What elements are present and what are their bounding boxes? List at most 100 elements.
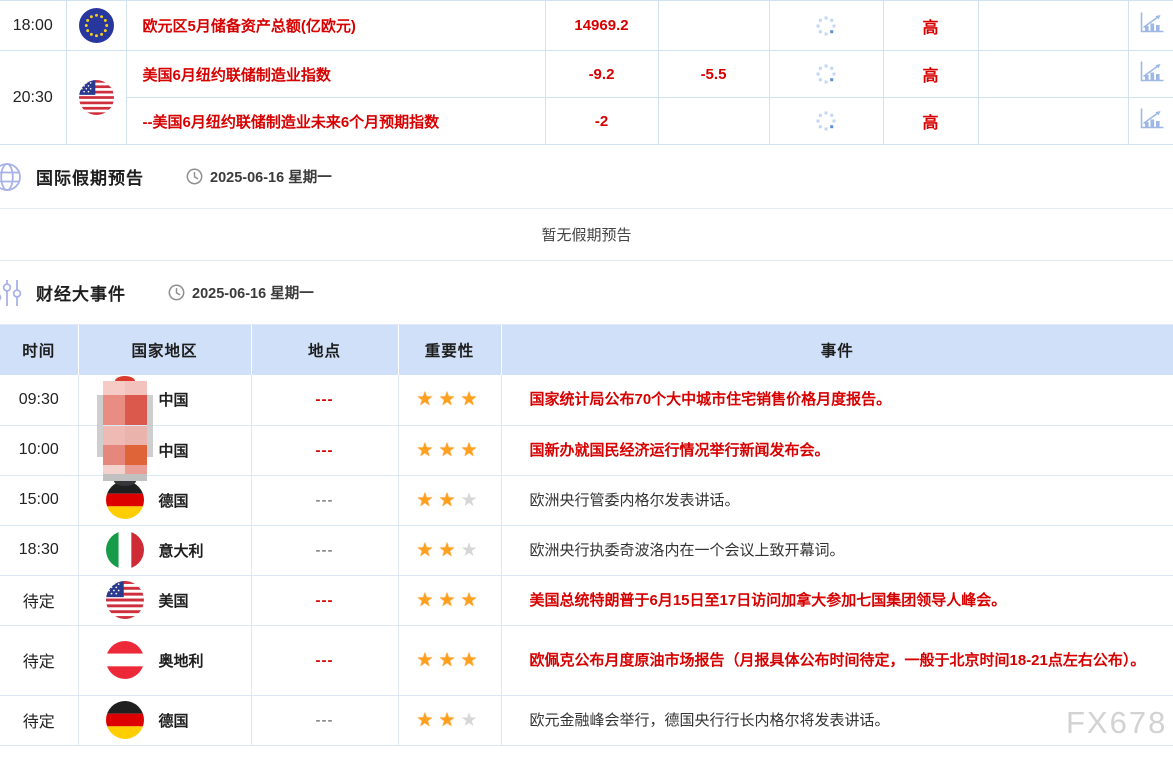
col-header-country: 国家地区	[78, 325, 251, 375]
star-icon: ★	[416, 650, 438, 671]
economic-data-table: 18:00 欧元区5月储备资产总额(亿欧元) 14969.2 高 20:30 美…	[0, 0, 1173, 145]
forecast-value	[658, 1, 769, 51]
actual-value: 14969.2	[545, 1, 658, 51]
econ-row: --美国6月纽约联储制造业未来6个月预期指数 -2 高	[0, 98, 1173, 145]
clock-icon	[186, 168, 203, 185]
importance-stars: ★★★	[398, 475, 501, 525]
event-country-cell: 德国	[78, 695, 251, 745]
events-section-header: 财经大事件 2025-06-16 星期一	[0, 261, 1173, 325]
loading-spinner-icon	[815, 17, 837, 34]
flag-us-icon	[66, 51, 126, 145]
revised-value-empty	[978, 51, 1128, 98]
importance-stars: ★★★	[398, 695, 501, 745]
flag-de-icon	[106, 481, 144, 519]
flag-us-icon	[106, 581, 144, 619]
event-location: ---	[251, 525, 398, 575]
indicator-name[interactable]: 欧元区5月储备资产总额(亿欧元)	[126, 1, 545, 51]
flag-de-icon	[106, 701, 144, 739]
country-name: 德国	[159, 490, 189, 511]
censored-flag-mosaic	[103, 376, 147, 486]
chart-icon[interactable]	[1137, 107, 1165, 131]
star-icon: ★	[438, 389, 460, 410]
country-name: 意大利	[159, 540, 204, 561]
star-icon: ★	[461, 490, 483, 511]
loading-cell	[769, 1, 883, 51]
event-description[interactable]: 欧洲央行管委内格尔发表讲话。	[501, 475, 1173, 525]
star-icon: ★	[438, 710, 460, 731]
globe-icon	[0, 161, 24, 193]
event-country-cell: 美国	[78, 575, 251, 625]
event-time: 15:00	[0, 475, 78, 525]
clock-icon	[168, 284, 185, 301]
event-time: 待定	[0, 625, 78, 695]
star-icon: ★	[416, 540, 438, 561]
star-icon: ★	[461, 650, 483, 671]
star-icon: ★	[461, 440, 483, 461]
star-icon: ★	[461, 710, 483, 731]
no-holiday-message: 暂无假期预告	[0, 209, 1173, 261]
country-name: 中国	[159, 440, 189, 461]
star-icon: ★	[438, 650, 460, 671]
importance-stars: ★★★	[398, 625, 501, 695]
flag-eu-icon	[66, 1, 126, 51]
event-description[interactable]: 国新办就国民经济运行情况举行新闻发布会。	[501, 425, 1173, 475]
indicator-name[interactable]: 美国6月纽约联储制造业指数	[126, 51, 545, 98]
country-name: 奥地利	[159, 650, 204, 671]
importance-stars: ★★★	[398, 575, 501, 625]
chart-cell	[1128, 98, 1173, 145]
econ-row: 18:00 欧元区5月储备资产总额(亿欧元) 14969.2 高	[0, 1, 1173, 51]
star-icon: ★	[438, 440, 460, 461]
event-time: 18:30	[0, 525, 78, 575]
flag-at-icon	[106, 641, 144, 679]
event-row: 10:00中国---★★★国新办就国民经济运行情况举行新闻发布会。	[0, 425, 1173, 475]
event-time: 09:30	[0, 375, 78, 425]
event-time: 10:00	[0, 425, 78, 475]
event-row: 15:00德国---★★★欧洲央行管委内格尔发表讲话。	[0, 475, 1173, 525]
col-header-time: 时间	[0, 325, 78, 375]
loading-cell	[769, 98, 883, 145]
importance-stars: ★★★	[398, 425, 501, 475]
star-icon: ★	[438, 590, 460, 611]
importance-stars: ★★★	[398, 375, 501, 425]
importance-level: 高	[883, 51, 978, 98]
chart-cell	[1128, 1, 1173, 51]
event-country-cell: 奥地利	[78, 625, 251, 695]
event-description[interactable]: 美国总统特朗普于6月15日至17日访问加拿大参加七国集团领导人峰会。	[501, 575, 1173, 625]
events-section-title: 财经大事件	[36, 280, 126, 305]
star-icon: ★	[438, 540, 460, 561]
event-location: ---	[251, 695, 398, 745]
events-table: 时间 国家地区 地点 重要性 事件 09:30中国---★★★国家统计局公布70…	[0, 325, 1173, 746]
events-table-area: 时间 国家地区 地点 重要性 事件 09:30中国---★★★国家统计局公布70…	[0, 325, 1173, 746]
event-location: ---	[251, 375, 398, 425]
event-row: 待定德国---★★★欧元金融峰会举行，德国央行行长内格尔将发表讲话。	[0, 695, 1173, 745]
star-icon: ★	[461, 590, 483, 611]
event-description[interactable]: 国家统计局公布70个大中城市住宅销售价格月度报告。	[501, 375, 1173, 425]
holiday-date: 2025-06-16 星期一	[210, 166, 332, 187]
fx678-watermark: FX678	[1066, 705, 1167, 741]
event-time: 待定	[0, 695, 78, 745]
flag-it-icon	[106, 531, 144, 569]
indicator-name[interactable]: --美国6月纽约联储制造业未来6个月预期指数	[126, 98, 545, 145]
events-slider-icon	[0, 277, 24, 309]
country-name: 美国	[159, 590, 189, 611]
col-header-location: 地点	[251, 325, 398, 375]
country-name: 中国	[159, 389, 189, 410]
chart-cell	[1128, 51, 1173, 98]
chart-icon[interactable]	[1137, 11, 1165, 35]
star-icon: ★	[438, 490, 460, 511]
star-icon: ★	[416, 710, 438, 731]
holiday-section-title: 国际假期预告	[36, 164, 144, 189]
importance-level: 高	[883, 1, 978, 51]
forecast-value: -5.5	[658, 51, 769, 98]
star-icon: ★	[461, 389, 483, 410]
star-icon: ★	[416, 590, 438, 611]
revised-value-empty	[978, 1, 1128, 51]
events-header-row: 时间 国家地区 地点 重要性 事件	[0, 325, 1173, 375]
chart-icon[interactable]	[1137, 60, 1165, 84]
event-description[interactable]: 欧洲央行执委奇波洛内在一个会议上致开幕词。	[501, 525, 1173, 575]
event-description[interactable]: 欧佩克公布月度原油市场报告（月报具体公布时间待定，一般于北京时间18-21点左右…	[501, 625, 1173, 695]
actual-value: -9.2	[545, 51, 658, 98]
event-row: 09:30 中国 ---★★★国家统计局公布70个大中城市住宅销售价格月度报告。	[0, 375, 1173, 425]
event-location: ---	[251, 425, 398, 475]
star-icon: ★	[416, 440, 438, 461]
